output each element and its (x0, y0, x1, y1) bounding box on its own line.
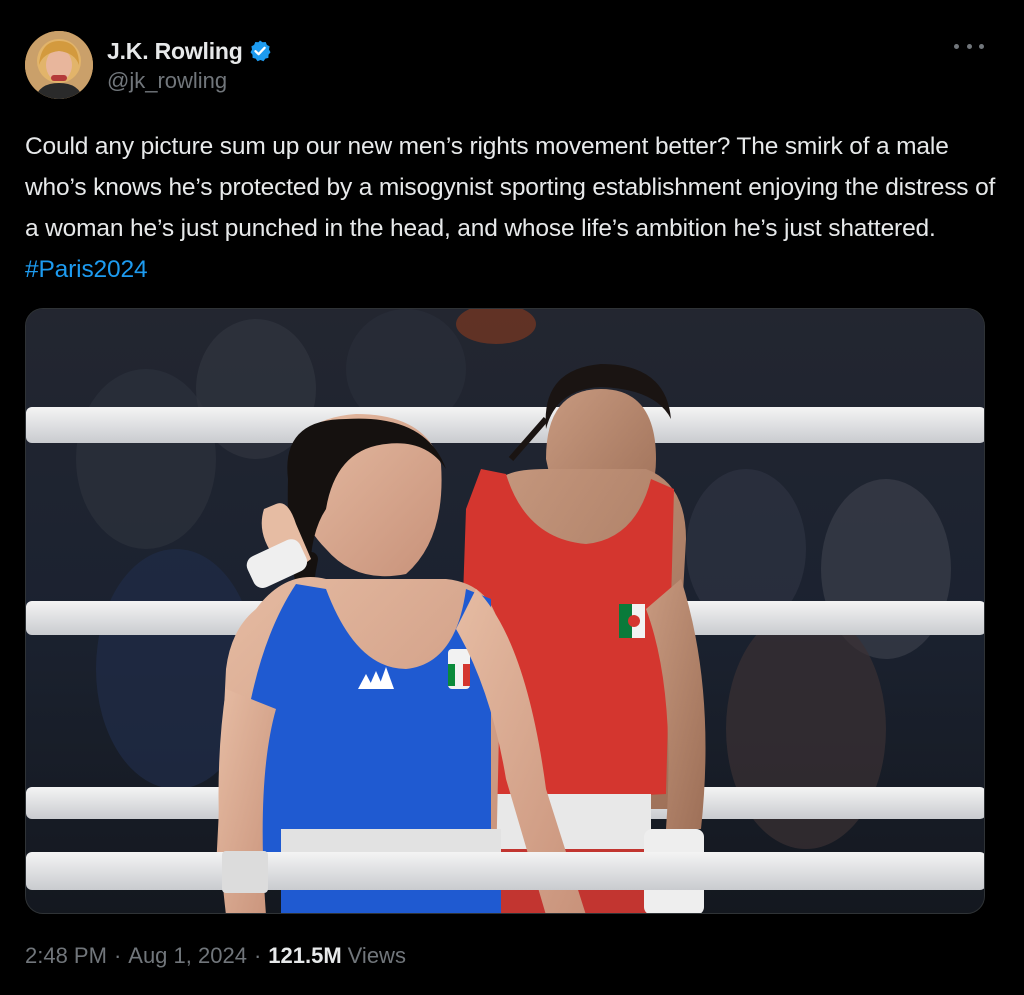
handle[interactable]: @jk_rowling (107, 68, 272, 94)
tweet-time[interactable]: 2:48 PM (25, 943, 107, 969)
tweet-text: Could any picture sum up our new men’s r… (25, 126, 1000, 290)
tweet[interactable]: J.K. Rowling @jk_rowling Could any pictu… (0, 0, 1024, 995)
more-options-icon[interactable] (954, 36, 984, 56)
views-label: Views (347, 943, 406, 968)
dot (979, 43, 984, 49)
dot (954, 43, 959, 49)
author-names: J.K. Rowling @jk_rowling (107, 36, 272, 94)
meta-separator: · (253, 943, 262, 968)
boxing-photo-icon (26, 309, 984, 913)
tweet-header: J.K. Rowling @jk_rowling (25, 31, 272, 99)
avatar[interactable] (25, 31, 93, 99)
meta-separator: · (113, 943, 122, 968)
display-name[interactable]: J.K. Rowling (107, 38, 243, 65)
verified-badge-icon[interactable] (248, 39, 272, 63)
tweet-date[interactable]: Aug 1, 2024 (128, 943, 247, 969)
tweet-photo[interactable] (25, 308, 985, 914)
tweet-body: Could any picture sum up our new men’s r… (25, 133, 996, 242)
views-count: 121.5M (268, 943, 342, 968)
tweet-meta: 2:48 PM · Aug 1, 2024 · 121.5M Views (25, 943, 406, 969)
dot (966, 43, 972, 49)
hashtag-link[interactable]: #Paris2024 (25, 256, 148, 283)
